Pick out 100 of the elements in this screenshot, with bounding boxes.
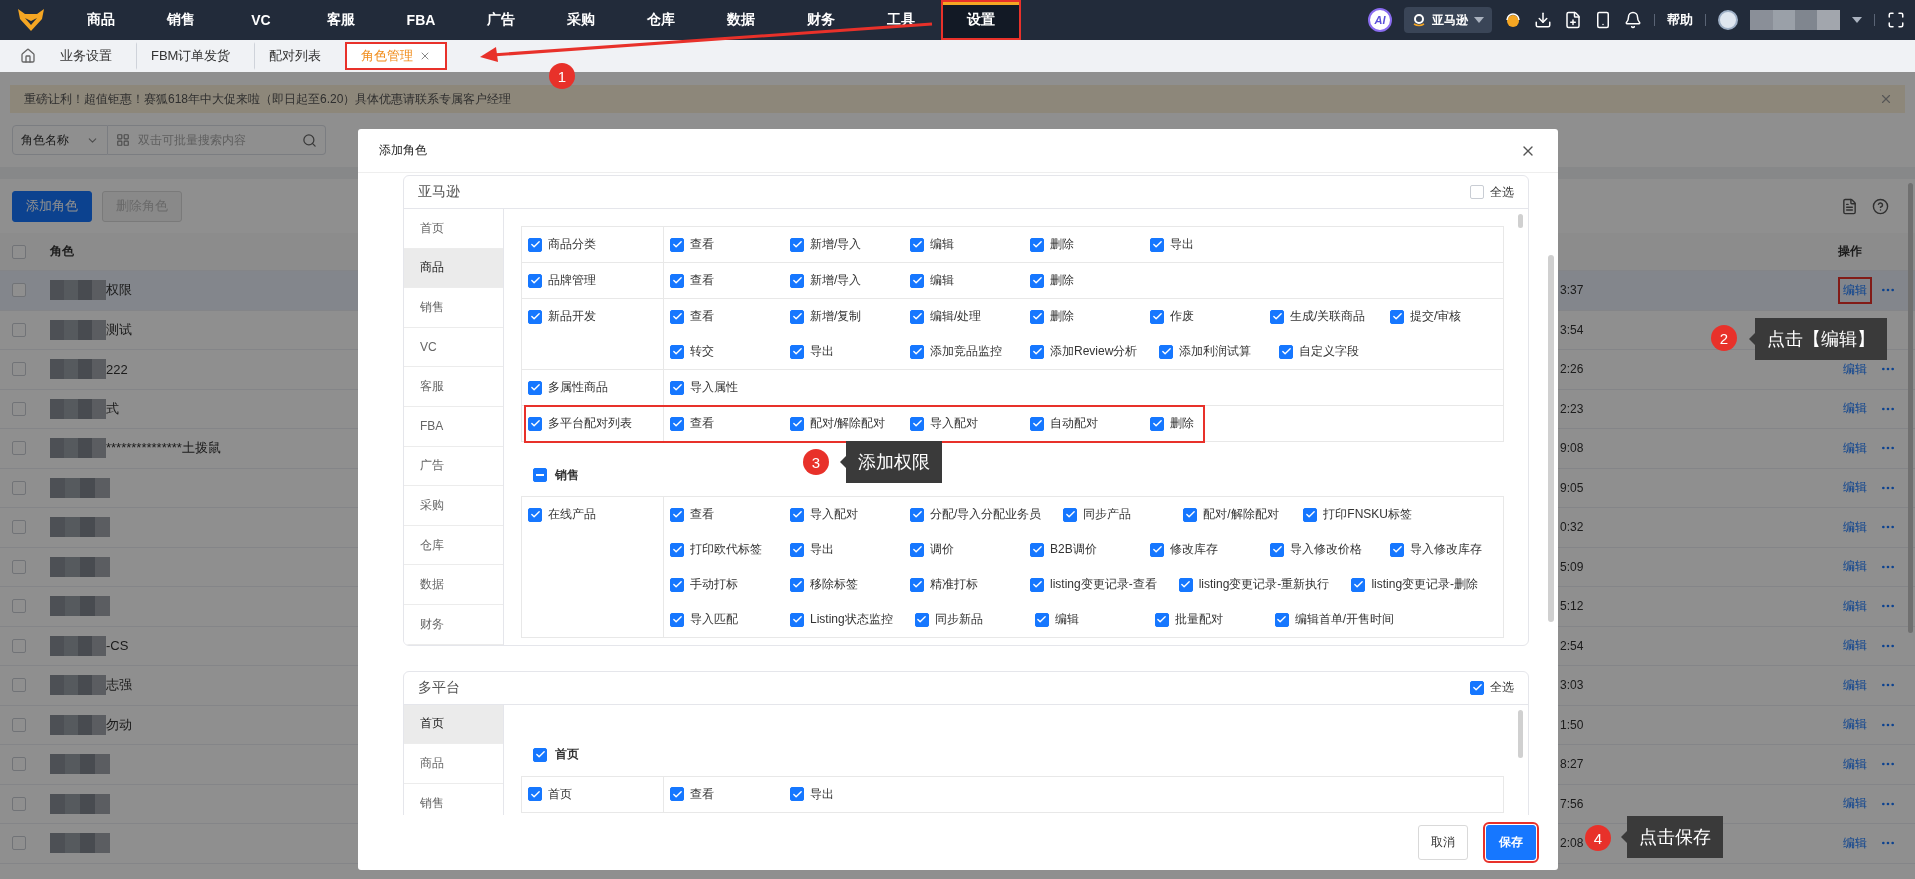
permission-option[interactable]: 导入匹配 [670, 602, 768, 637]
checkbox[interactable] [528, 380, 542, 395]
row-checkbox[interactable] [12, 480, 26, 495]
permission-option[interactable]: 提交/审核 [1390, 299, 1488, 334]
tab[interactable]: FBM订单发货 [136, 42, 247, 70]
checkbox[interactable] [528, 507, 542, 522]
checkbox[interactable] [1030, 577, 1044, 592]
permission-option[interactable]: 导入属性 [670, 370, 768, 405]
permission-option[interactable]: 自定义字段 [1279, 334, 1378, 369]
checkbox[interactable] [790, 542, 804, 557]
checkbox[interactable] [1030, 273, 1044, 288]
checkbox[interactable] [1154, 612, 1169, 627]
permission-option[interactable]: 批量配对 [1154, 602, 1253, 637]
scrollbar-thumb[interactable] [1518, 214, 1523, 228]
row-checkbox[interactable] [12, 836, 26, 851]
nav-item[interactable]: 数据 [701, 0, 781, 40]
permission-option[interactable]: Listing状态监控 [790, 602, 893, 637]
permission-option[interactable]: 同步产品 [1063, 497, 1162, 532]
permission-option[interactable]: 添加利润试算 [1159, 334, 1258, 369]
checkbox[interactable] [790, 612, 804, 627]
permission-option[interactable]: 导出 [790, 532, 888, 567]
permission-option[interactable]: 精准打标 [910, 567, 1008, 602]
checkbox[interactable] [533, 468, 547, 482]
nav-item[interactable]: 仓库 [621, 0, 701, 40]
checkbox[interactable] [1030, 309, 1044, 324]
checkbox[interactable] [910, 416, 924, 431]
checkbox[interactable] [533, 747, 547, 762]
module-nav-item[interactable]: 商品 [404, 248, 503, 289]
checkbox[interactable] [1030, 542, 1044, 557]
checkbox[interactable] [528, 273, 542, 288]
checkbox[interactable] [1030, 416, 1044, 431]
checkbox[interactable] [910, 309, 924, 324]
checkbox[interactable] [670, 612, 684, 627]
checkbox[interactable] [910, 344, 924, 359]
bell-icon[interactable] [1624, 11, 1642, 29]
checkbox[interactable] [670, 577, 684, 592]
checkbox[interactable] [790, 787, 804, 802]
tab[interactable]: 业务设置 [44, 42, 128, 70]
checkbox[interactable] [670, 542, 684, 557]
field-select[interactable]: 角色名称 [12, 125, 108, 155]
permission-option[interactable]: 添加竞品监控 [910, 334, 1008, 369]
row-checkbox[interactable] [12, 362, 26, 377]
row-checkbox[interactable] [12, 638, 26, 653]
checkbox[interactable] [790, 577, 804, 592]
nav-item[interactable]: 设置 [941, 0, 1021, 40]
phone-icon[interactable] [1594, 11, 1612, 29]
permission-option[interactable]: B2B调价 [1030, 532, 1128, 567]
permission-option[interactable]: 作废 [1150, 299, 1248, 334]
checkbox[interactable] [670, 507, 684, 522]
checkbox[interactable] [1150, 309, 1164, 324]
permission-option[interactable]: 导入修改价格 [1270, 532, 1368, 567]
permission-option[interactable]: 调价 [910, 532, 1008, 567]
checkbox[interactable] [528, 237, 542, 252]
checkbox[interactable] [1270, 309, 1284, 324]
headset-icon[interactable] [1504, 11, 1522, 29]
help-link[interactable]: 帮助 [1667, 11, 1693, 29]
dialog-button[interactable]: 保存 [1486, 825, 1536, 860]
checkbox[interactable] [1303, 507, 1318, 522]
home-icon[interactable] [20, 48, 36, 64]
permission-option[interactable]: 导出 [1150, 227, 1248, 262]
checkbox[interactable] [670, 344, 684, 359]
permission-option[interactable]: 添加Review分析 [1030, 334, 1138, 369]
dialog-button[interactable]: 取消 [1418, 825, 1468, 860]
scrollbar-thumb[interactable] [1908, 183, 1913, 633]
permission-option[interactable]: 新增/导入 [790, 227, 888, 262]
fullscreen-icon[interactable] [1887, 11, 1905, 29]
permission-option[interactable]: 导出 [790, 776, 888, 812]
checkbox[interactable] [1279, 344, 1294, 359]
checkbox[interactable] [670, 273, 684, 288]
checkbox[interactable] [1063, 507, 1078, 522]
grid-icon[interactable] [116, 133, 130, 147]
permission-option[interactable]: 转交 [670, 334, 768, 369]
permission-option[interactable]: 分配/导入分配业务员 [910, 497, 1042, 532]
checkbox[interactable] [1183, 507, 1198, 522]
checkbox[interactable] [1390, 309, 1404, 324]
select-all-checkbox[interactable] [12, 244, 26, 259]
checkbox[interactable] [1178, 577, 1193, 592]
permission-option[interactable]: 查看 [670, 263, 768, 298]
avatar[interactable] [1718, 10, 1738, 30]
checkbox[interactable] [1470, 185, 1484, 199]
scrollbar-thumb[interactable] [1518, 709, 1523, 758]
checkbox[interactable] [790, 237, 804, 252]
checkbox[interactable] [528, 787, 542, 802]
permission-option[interactable]: 编辑 [1034, 602, 1133, 637]
select-all-option[interactable]: 全选 [1470, 176, 1514, 210]
permission-option[interactable]: 查看 [670, 227, 768, 262]
checkbox[interactable] [910, 577, 924, 592]
document-icon[interactable] [1841, 197, 1858, 215]
fox-logo[interactable] [17, 9, 44, 31]
checkbox[interactable] [1274, 612, 1289, 627]
permission-option[interactable]: 查看 [670, 299, 768, 334]
nav-item[interactable]: 广告 [461, 0, 541, 40]
permission-option[interactable]: 删除 [1030, 227, 1128, 262]
permission-option[interactable]: 移除标签 [790, 567, 888, 602]
download-icon[interactable] [1534, 11, 1552, 29]
nav-item[interactable]: FBA [381, 0, 461, 40]
module-option[interactable]: 商品分类 [528, 227, 626, 262]
permission-option[interactable]: 删除 [1030, 263, 1128, 298]
checkbox[interactable] [1390, 542, 1404, 557]
select-all-option[interactable]: 全选 [1470, 671, 1514, 706]
